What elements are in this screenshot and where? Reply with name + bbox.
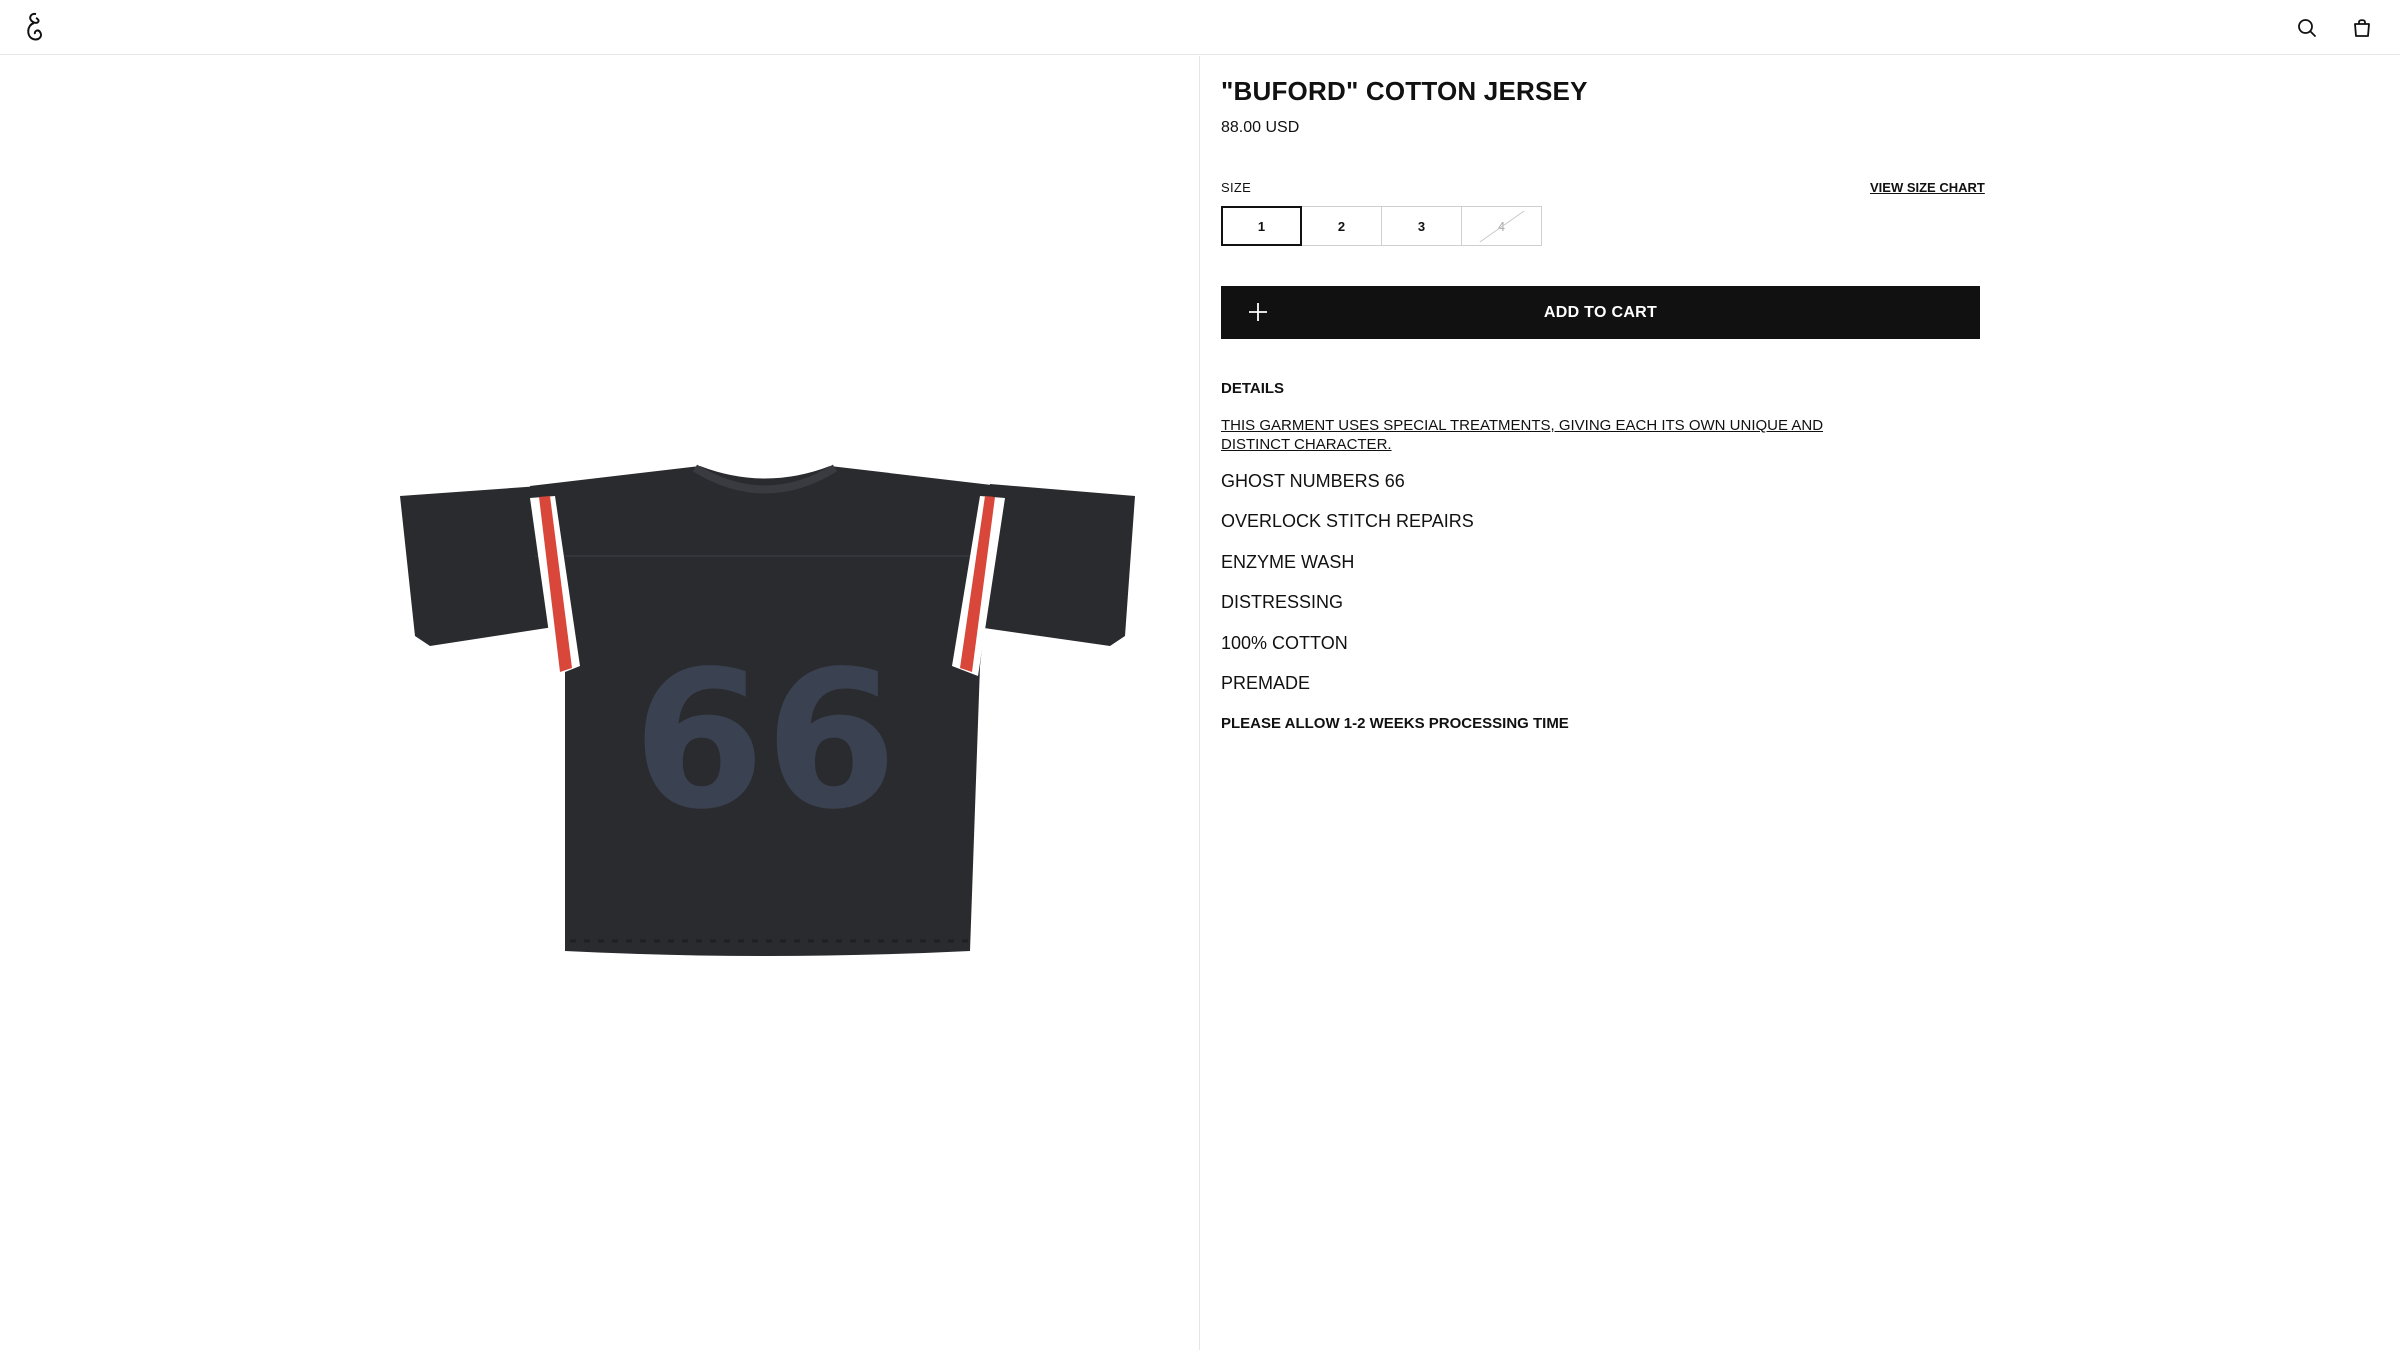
feature-item: 100% COTTON xyxy=(1221,633,1348,653)
product-price: 88.00 USD xyxy=(1221,119,1300,136)
feature-item: OVERLOCK STITCH REPAIRS xyxy=(1221,511,1474,531)
feature-item: PREMADE xyxy=(1221,673,1311,693)
processing-time-note: PLEASE ALLOW 1-2 WEEKS PROCESSING TIME xyxy=(1221,715,1569,732)
jersey-number: 66 xyxy=(633,630,897,851)
product-media: 66 xyxy=(0,56,1200,1350)
size-selector: 1 2 3 4 xyxy=(1221,206,1542,246)
size-label: SIZE xyxy=(1221,180,1252,195)
jersey-product-image[interactable]: 66 xyxy=(340,436,1190,986)
size-option-1[interactable]: 1 xyxy=(1221,206,1302,246)
site-header xyxy=(0,0,2400,55)
product-title: "BUFORD" COTTON JERSEY xyxy=(1221,76,1588,106)
add-to-cart-button[interactable]: ADD TO CART xyxy=(1221,286,1980,339)
search-icon[interactable] xyxy=(2295,16,2319,40)
details-heading: DETAILS xyxy=(1221,380,1285,397)
view-size-chart-link[interactable]: VIEW SIZE CHART xyxy=(1870,180,1985,195)
plus-icon xyxy=(1249,303,1267,321)
garment-treatment-link[interactable]: THIS GARMENT USES SPECIAL TREATMENTS, GI… xyxy=(1221,416,1861,454)
feature-item: ENZYME WASH xyxy=(1221,552,1355,572)
logo-icon[interactable] xyxy=(22,10,48,46)
shopping-bag-icon[interactable] xyxy=(2350,16,2374,40)
size-option-2[interactable]: 2 xyxy=(1301,206,1382,246)
size-option-3[interactable]: 3 xyxy=(1381,206,1462,246)
add-to-cart-label: ADD TO CART xyxy=(1543,303,1658,321)
feature-item: DISTRESSING xyxy=(1221,592,1344,612)
size-option-4-unavailable[interactable]: 4 xyxy=(1461,206,1542,246)
feature-item: GHOST NUMBERS 66 xyxy=(1221,471,1405,491)
